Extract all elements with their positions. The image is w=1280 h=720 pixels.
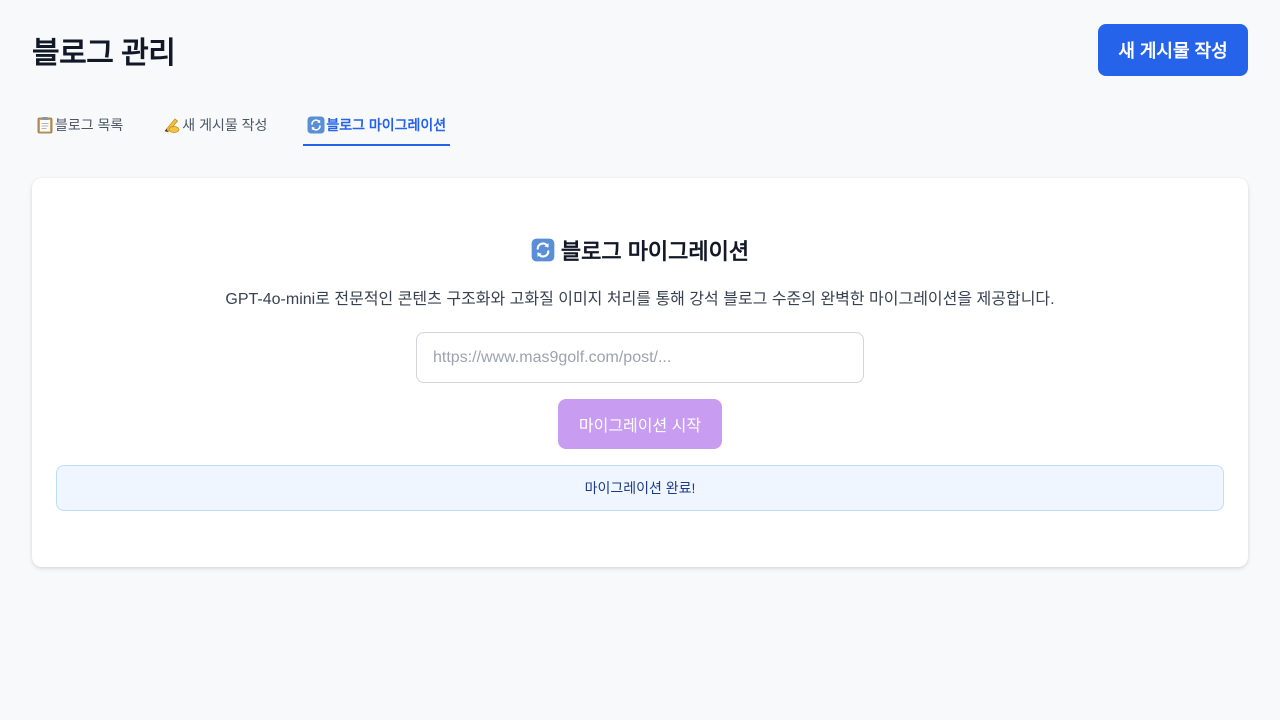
blog-admin-page: 블로그 관리 새 게시물 작성 블로그 목록 새 게시물 작성 블로그 마이그레… — [0, 0, 1280, 720]
clipboard-icon — [36, 116, 54, 134]
tab-label: 블로그 목록 — [55, 117, 124, 133]
url-input[interactable] — [416, 332, 864, 383]
migration-title: 블로그 마이그레이션 — [32, 234, 1248, 266]
header: 블로그 관리 새 게시물 작성 — [32, 24, 1248, 76]
tab-label: 새 게시물 작성 — [182, 117, 268, 133]
tab-blog-list[interactable]: 블로그 목록 — [32, 106, 127, 146]
start-migration-button[interactable]: 마이그레이션 시작 — [558, 399, 722, 449]
migration-title-text: 블로그 마이그레이션 — [560, 239, 750, 264]
migration-card: 블로그 마이그레이션 GPT-4o-mini로 전문적인 콘텐츠 구조화와 고화… — [32, 178, 1248, 567]
refresh-icon — [307, 116, 325, 134]
migration-description: GPT-4o-mini로 전문적인 콘텐츠 구조화와 고화질 이미지 처리를 통… — [225, 291, 1055, 308]
tab-blog-migration[interactable]: 블로그 마이그레이션 — [303, 106, 451, 146]
tab-bar: 블로그 목록 새 게시물 작성 블로그 마이그레이션 — [32, 106, 482, 146]
page-title: 블로그 관리 — [32, 37, 176, 70]
status-message: 마이그레이션 완료! — [56, 465, 1224, 511]
tab-label: 블로그 마이그레이션 — [326, 117, 447, 133]
status-text: 마이그레이션 완료! — [584, 480, 696, 496]
tab-new-post[interactable]: 새 게시물 작성 — [159, 106, 271, 146]
new-post-button[interactable]: 새 게시물 작성 — [1098, 24, 1248, 76]
refresh-icon — [531, 238, 555, 262]
writing-hand-icon — [163, 116, 181, 134]
